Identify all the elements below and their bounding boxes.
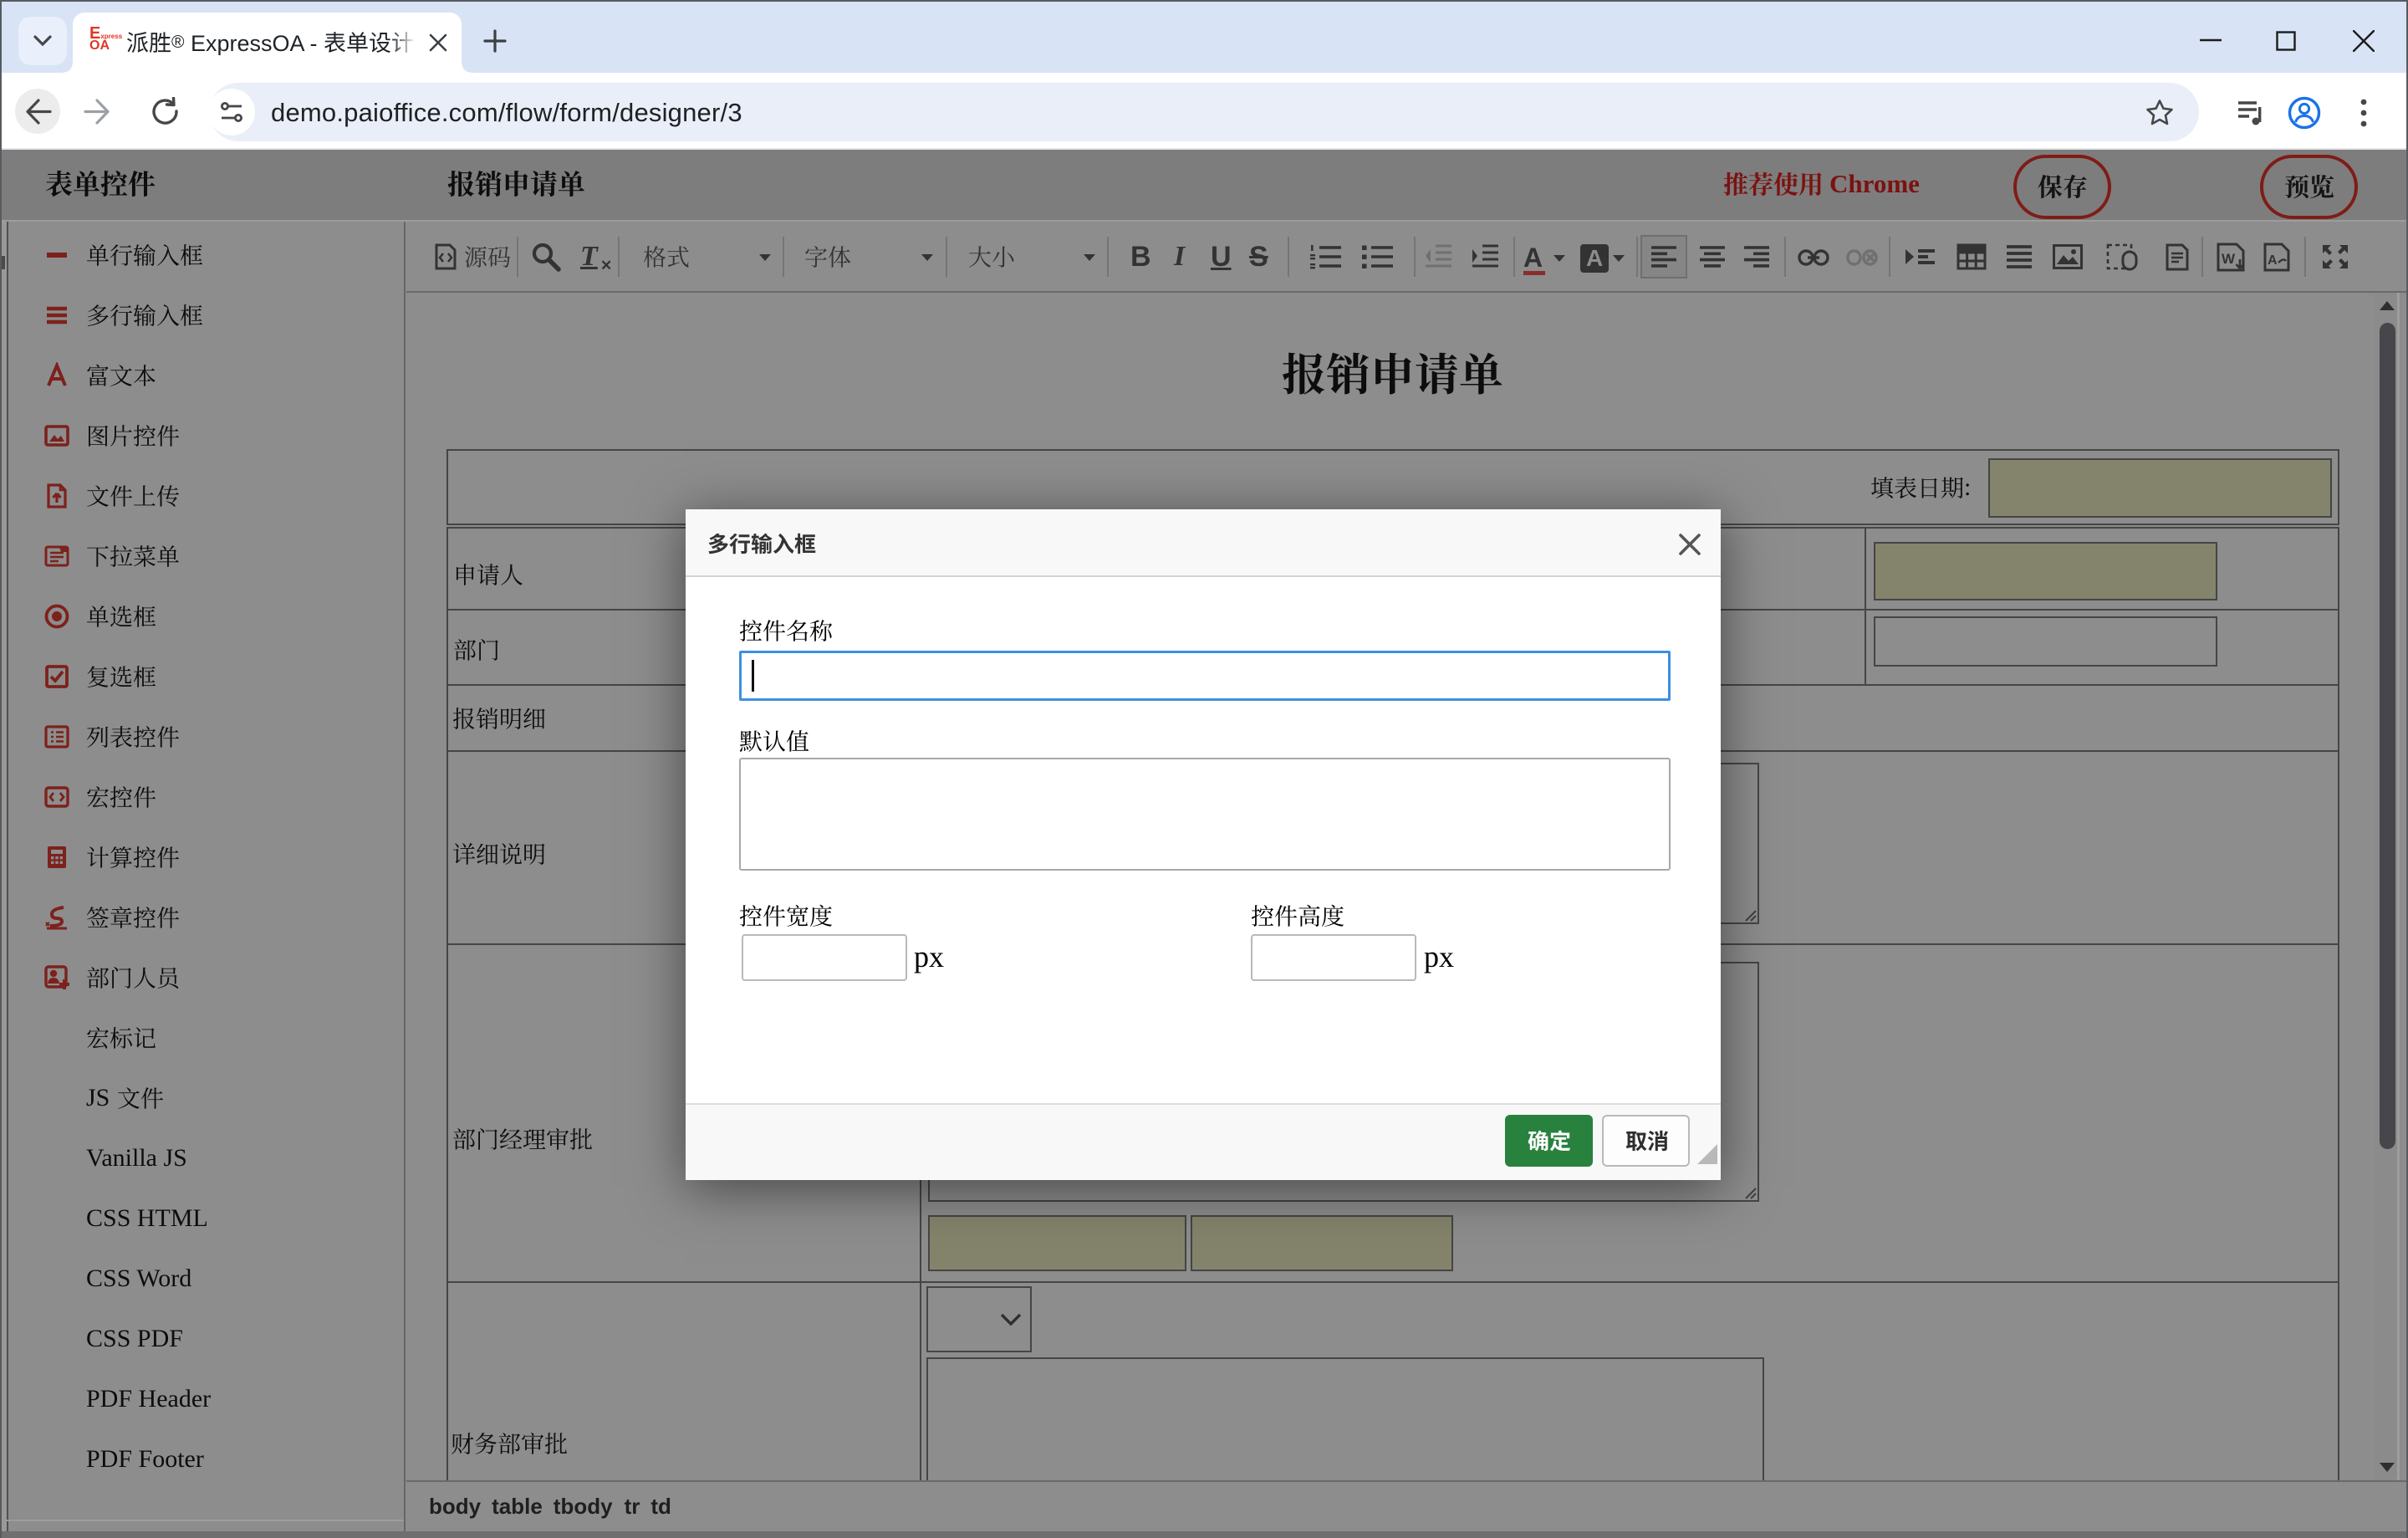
svg-text:W: W [2222,251,2236,267]
svg-text:A: A [2268,253,2278,268]
